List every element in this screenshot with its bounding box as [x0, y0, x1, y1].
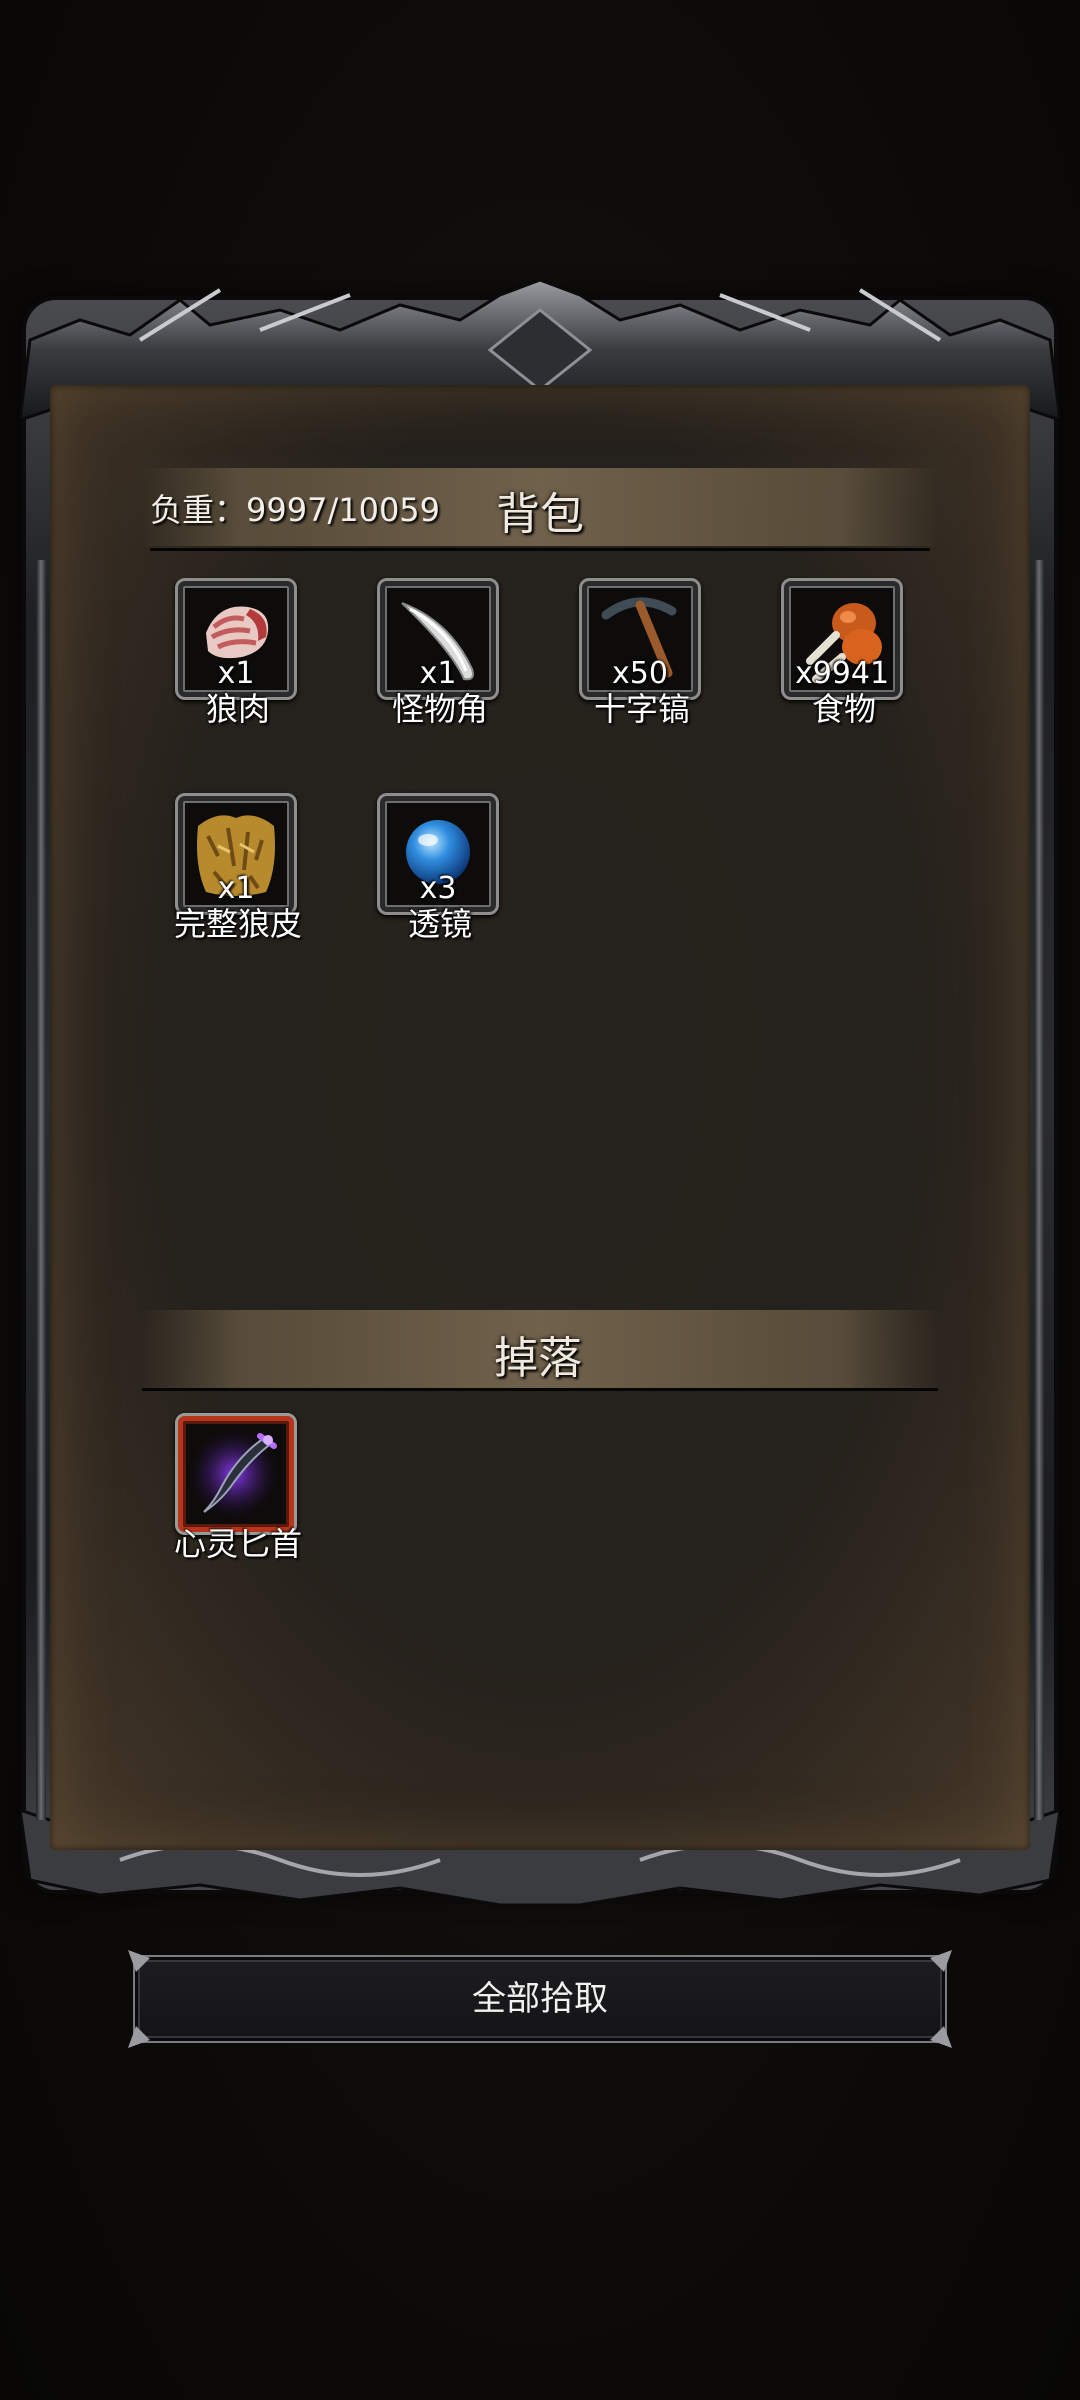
inventory-item-wolf-meat[interactable]: x1 狼肉 — [175, 578, 301, 728]
item-name: 狼肉 — [205, 690, 270, 728]
item-slot: x9941 — [781, 578, 903, 700]
item-slot: x50 — [579, 578, 701, 700]
inventory-item-pickaxe[interactable]: x50 十字镐 — [579, 578, 705, 728]
game-screen: 负重：9997/10059 背包 x1 狼肉 x1 怪物角 x50 十字镐 x9… — [0, 0, 1080, 2400]
inventory-item-wolf-pelt[interactable]: x1 完整狼皮 — [174, 793, 302, 943]
drop-item-mind-dagger[interactable]: 心灵匕首 — [174, 1413, 302, 1563]
item-slot: x1 — [175, 793, 297, 915]
drops-header-divider — [142, 1388, 938, 1391]
item-name: 完整狼皮 — [173, 905, 302, 943]
button-corner-ornament — [930, 2026, 952, 2048]
inventory-item-monster-horn[interactable]: x1 怪物角 — [377, 578, 503, 728]
button-corner-ornament — [128, 1950, 150, 1972]
frame-rail-right — [1034, 560, 1044, 1820]
backpack-title: 背包 — [496, 489, 584, 540]
item-name: 心灵匕首 — [173, 1525, 302, 1563]
item-slot-rare — [175, 1413, 297, 1535]
item-name: 透镜 — [407, 905, 472, 943]
drops-title: 掉落 — [494, 1333, 582, 1384]
pickup-all-button[interactable]: 全部拾取 — [133, 1955, 947, 2043]
item-name: 怪物角 — [391, 690, 488, 728]
item-slot: x1 — [377, 578, 499, 700]
purple-dagger-icon — [190, 1430, 278, 1518]
backpack-header-divider — [150, 548, 930, 551]
button-corner-ornament — [930, 1950, 952, 1972]
button-corner-ornament — [128, 2026, 150, 2048]
item-name: 十字镐 — [593, 690, 690, 728]
item-slot: x1 — [175, 578, 297, 700]
frame-rail-left — [36, 560, 46, 1820]
inventory-item-food[interactable]: x9941 食物 — [781, 578, 907, 728]
inventory-item-lens[interactable]: x3 透镜 — [377, 793, 503, 943]
weight-capacity: 负重：9997/10059 — [150, 491, 441, 529]
item-slot: x3 — [377, 793, 499, 915]
item-name: 食物 — [811, 690, 876, 728]
